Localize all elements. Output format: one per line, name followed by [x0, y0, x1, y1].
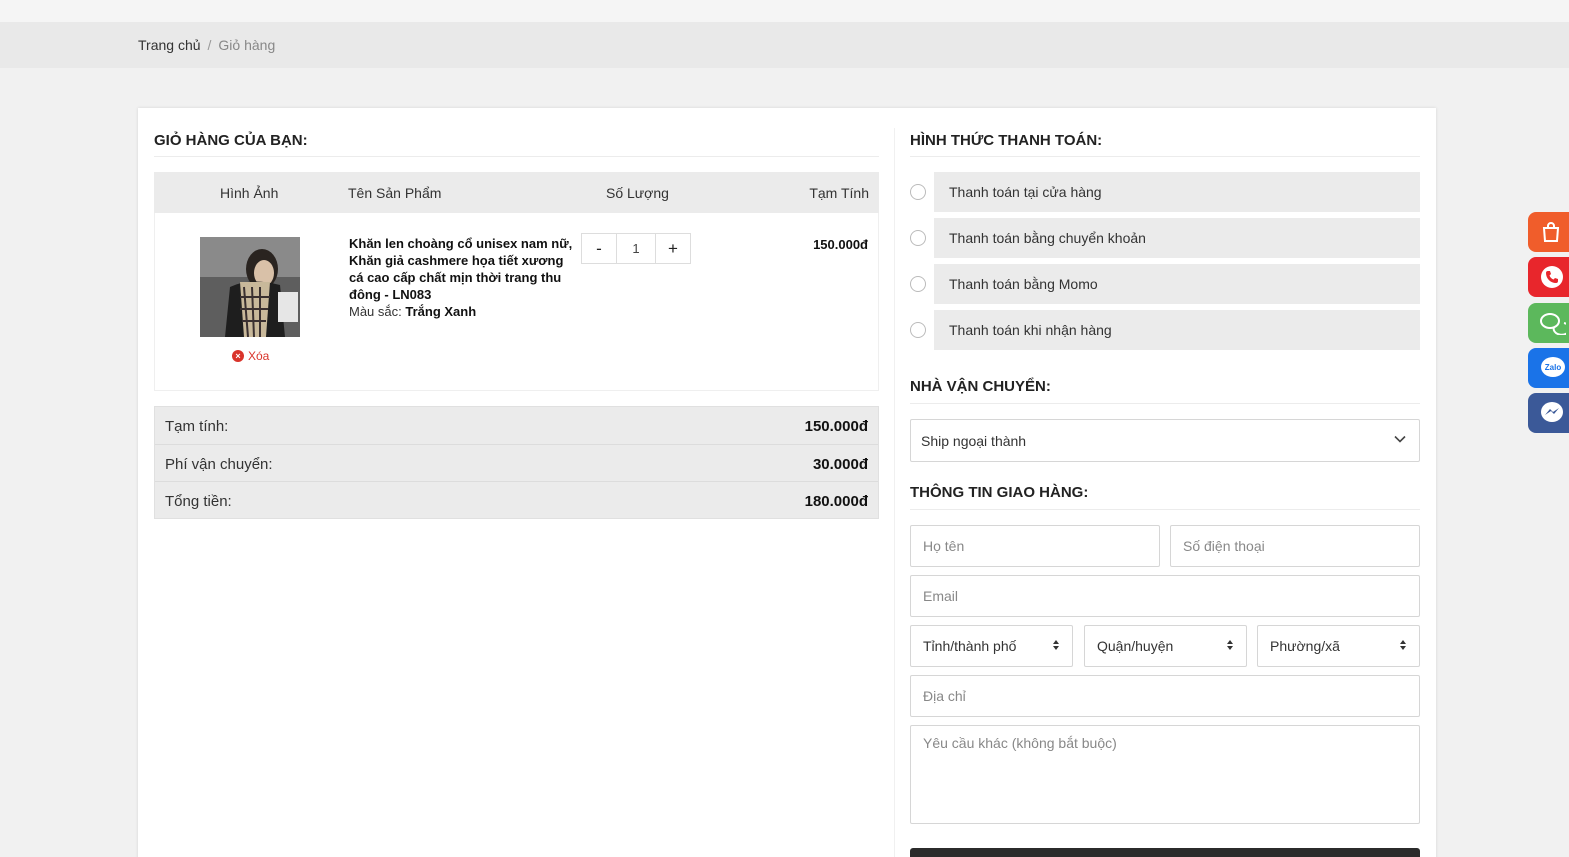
shipping-selected-value: Ship ngoại thành	[921, 433, 1027, 449]
total-label: Tạm tính:	[165, 418, 229, 435]
qty-plus-button[interactable]: +	[656, 234, 690, 263]
top-strip	[0, 0, 1569, 22]
cart-totals: Tạm tính: 150.000đ Phí vận chuyển: 30.00…	[154, 406, 879, 519]
select-arrows-icon	[1400, 640, 1406, 650]
breadcrumb-separator: /	[207, 37, 212, 53]
chevron-down-icon	[1394, 435, 1406, 443]
chat-float-button[interactable]	[1528, 303, 1569, 343]
total-value: 30.000đ	[812, 456, 868, 473]
note-textarea[interactable]: Yêu cầu khác (không bắt buộc)	[910, 725, 1420, 824]
messenger-icon	[1541, 402, 1563, 422]
product-image[interactable]	[200, 237, 300, 337]
total-label: Phí vận chuyển:	[165, 456, 273, 473]
phone-float-button[interactable]	[1528, 257, 1569, 297]
shopee-bag-icon	[1542, 222, 1560, 242]
checkout-card: GIỎ HÀNG CỦA BẠN: Hình Ảnh Tên Sản Phẩm …	[138, 108, 1436, 857]
table-row: × Xóa Khăn len choàng cổ unisex nam nữ, …	[154, 213, 879, 391]
total-value: 150.000đ	[804, 418, 868, 435]
quantity-stepper: - 1 +	[581, 233, 691, 264]
payment-radio[interactable]	[910, 322, 926, 338]
payment-option-cod[interactable]: Thanh toán khi nhận hàng	[910, 310, 1420, 350]
breadcrumb-current: Giỏ hàng	[218, 37, 276, 53]
payment-option-transfer[interactable]: Thanh toán bằng chuyển khoản	[910, 218, 1420, 258]
ward-select[interactable]: Phường/xã	[1257, 625, 1420, 667]
total-label: Tổng tiền:	[165, 493, 232, 510]
address-field[interactable]: Địa chỉ	[910, 675, 1420, 717]
district-value: Quận/huyện	[1097, 638, 1174, 654]
color-value: Trắng Xanh	[405, 304, 477, 319]
select-arrows-icon	[1053, 640, 1059, 650]
col-name: Tên Sản Phẩm	[348, 185, 442, 201]
select-arrows-icon	[1227, 640, 1233, 650]
item-subtotal: 150.000đ	[813, 237, 868, 252]
cart-title: GIỎ HÀNG CỦA BẠN:	[154, 132, 308, 149]
color-label: Màu sắc:	[349, 304, 402, 319]
col-image: Hình Ảnh	[220, 185, 279, 201]
phone-field[interactable]: Số điện thoại	[1170, 525, 1420, 567]
total-value: 180.000đ	[804, 493, 868, 510]
breadcrumb: Trang chủ / Giỏ hàng	[138, 37, 275, 53]
delivery-title-rule	[910, 509, 1420, 510]
payment-option-label[interactable]: Thanh toán bằng Momo	[934, 264, 1420, 304]
column-divider	[894, 128, 895, 857]
total-row-shipping: Phí vận chuyển: 30.000đ	[155, 444, 878, 481]
payment-option-label[interactable]: Thanh toán khi nhận hàng	[934, 310, 1420, 350]
zalo-icon: Zalo	[1541, 357, 1565, 377]
zalo-float-button[interactable]: Zalo	[1528, 348, 1569, 388]
qty-minus-button[interactable]: -	[582, 234, 616, 263]
qty-input[interactable]: 1	[616, 234, 656, 263]
phone-icon	[1541, 266, 1563, 288]
col-qty: Số Lượng	[606, 185, 669, 201]
breadcrumb-bar: Trang chủ / Giỏ hàng	[0, 22, 1569, 68]
name-field[interactable]: Họ tên	[910, 525, 1160, 567]
col-subtotal: Tạm Tính	[809, 185, 869, 201]
payment-option-store[interactable]: Thanh toán tại cửa hàng	[910, 172, 1420, 212]
payment-radio[interactable]	[910, 184, 926, 200]
delivery-title: THÔNG TIN GIAO HÀNG:	[910, 484, 1089, 501]
chat-bubbles-icon	[1540, 313, 1566, 335]
payment-radio[interactable]	[910, 276, 926, 292]
close-circle-icon: ×	[232, 350, 244, 362]
payment-option-momo[interactable]: Thanh toán bằng Momo	[910, 264, 1420, 304]
email-field[interactable]: Email	[910, 575, 1420, 617]
payment-option-label[interactable]: Thanh toán tại cửa hàng	[934, 172, 1420, 212]
province-value: Tỉnh/thành phố	[923, 638, 1017, 654]
payment-option-label[interactable]: Thanh toán bằng chuyển khoản	[934, 218, 1420, 258]
ward-value: Phường/xã	[1270, 638, 1340, 654]
total-row-grand: Tổng tiền: 180.000đ	[155, 481, 878, 518]
total-row-subtotal: Tạm tính: 150.000đ	[155, 407, 878, 444]
cart-title-rule	[154, 156, 879, 157]
payment-title-rule	[910, 156, 1420, 157]
zalo-text: Zalo	[1545, 363, 1562, 372]
cart-table-header: Hình Ảnh Tên Sản Phẩm Số Lượng Tạm Tính	[154, 172, 879, 213]
delete-item-button[interactable]: × Xóa	[232, 349, 269, 363]
shopee-float-button[interactable]	[1528, 212, 1569, 252]
district-select[interactable]: Quận/huyện	[1084, 625, 1247, 667]
shipping-select[interactable]: Ship ngoại thành	[910, 419, 1420, 462]
product-name[interactable]: Khăn len choàng cổ unisex nam nữ, Khăn g…	[349, 235, 579, 303]
province-select[interactable]: Tỉnh/thành phố	[910, 625, 1073, 667]
shipping-title: NHÀ VẬN CHUYỂN:	[910, 378, 1051, 395]
payment-radio[interactable]	[910, 230, 926, 246]
payment-title: HÌNH THỨC THANH TOÁN:	[910, 132, 1103, 149]
breadcrumb-home-link[interactable]: Trang chủ	[138, 37, 201, 53]
delete-label: Xóa	[248, 349, 270, 363]
submit-order-button[interactable]	[910, 848, 1420, 857]
messenger-float-button[interactable]	[1528, 393, 1569, 433]
shipping-title-rule	[910, 403, 1420, 404]
product-color: Màu sắc: Trắng Xanh	[349, 304, 476, 319]
